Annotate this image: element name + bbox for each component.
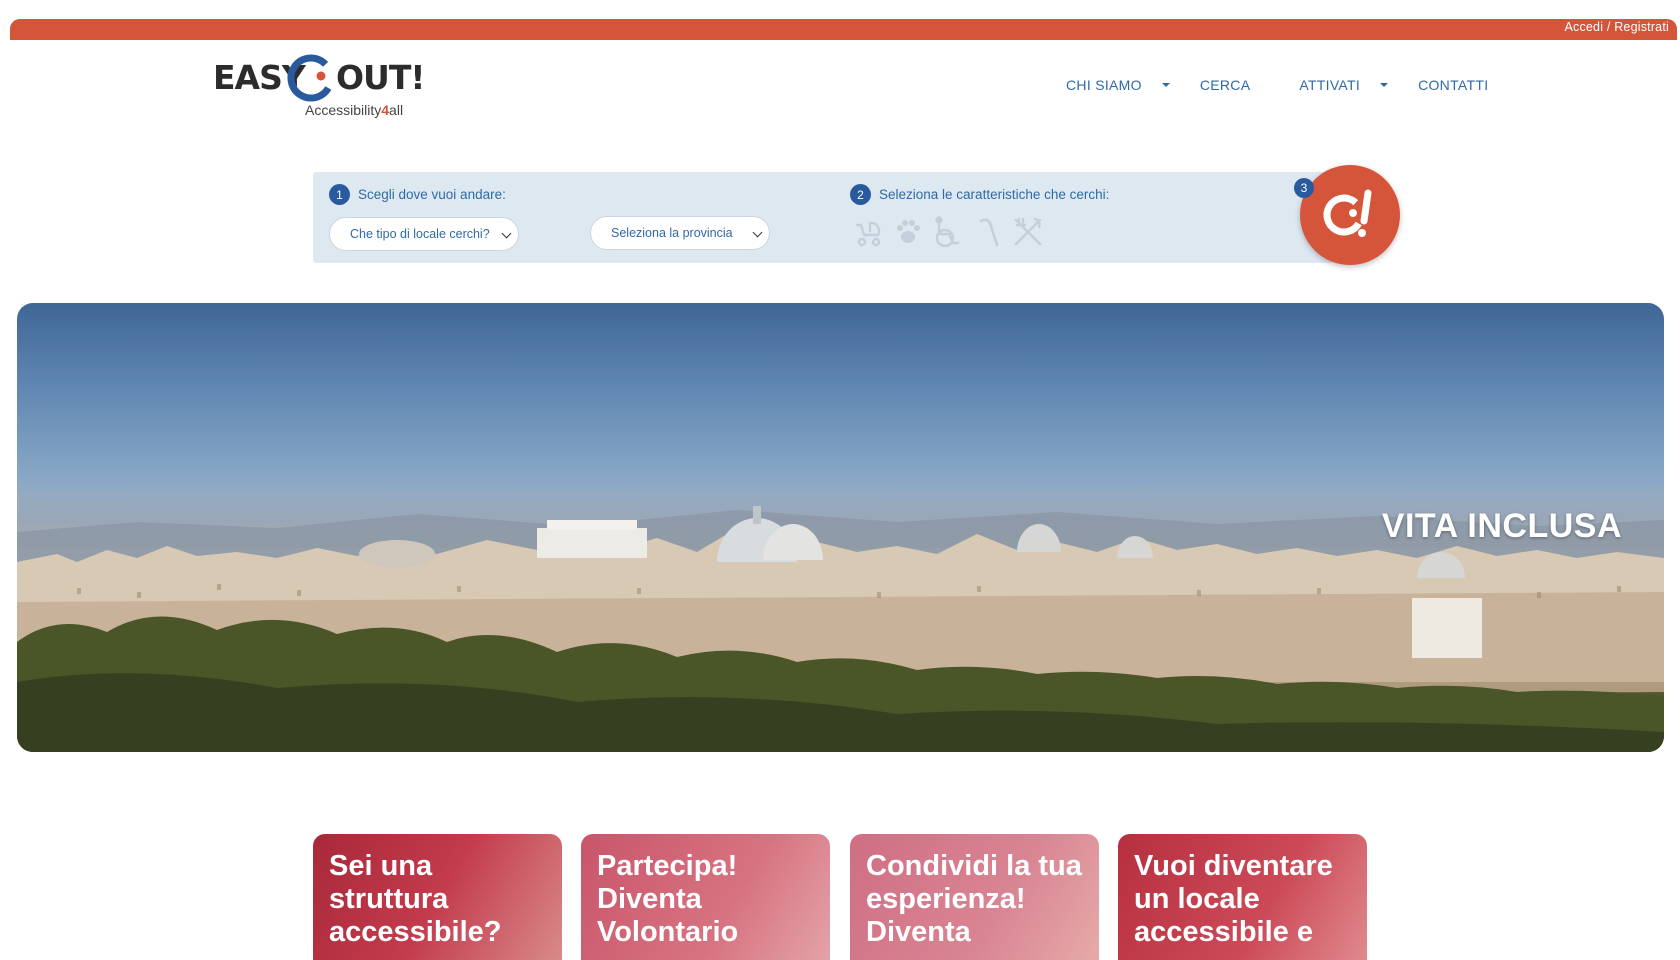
- chevron-down-icon: [752, 227, 763, 238]
- card-title: Sei una struttura accessibile?: [329, 850, 502, 948]
- top-bar: Accedi / Registrati: [10, 19, 1677, 40]
- page: Accedi / Registrati EASY OUT! Accessibil…: [0, 0, 1680, 960]
- card-struttura-accessibile[interactable]: Sei una struttura accessibile?: [313, 834, 562, 960]
- stroller-icon[interactable]: [851, 215, 885, 249]
- card-condividi-esperienza[interactable]: Condividi la tua esperienza! Diventa: [850, 834, 1099, 960]
- caret-down-icon: [1161, 83, 1170, 87]
- easyout-mark-icon: [1323, 189, 1372, 237]
- tagline-part: Accessibility: [305, 102, 382, 118]
- nav-item-cerca[interactable]: CERCA: [1200, 77, 1251, 93]
- hero-banner: VITA INCLUSA: [17, 303, 1664, 752]
- card-locale-accessibile[interactable]: Vuoi diventare un locale accessibile e: [1118, 834, 1367, 960]
- province-value: Seleziona la provincia: [611, 226, 733, 240]
- nav-item-attivati[interactable]: ATTIVATI: [1299, 77, 1389, 93]
- logo-word-out: OUT!: [336, 58, 425, 97]
- caret-down-icon: [1380, 83, 1389, 87]
- chevron-down-icon: [501, 228, 512, 239]
- venue-type-value: Che tipo di locale cerchi?: [350, 227, 490, 241]
- cta-cards: Sei una struttura accessibile? Partecipa…: [313, 834, 1367, 960]
- nav-item-label: CHI SIAMO: [1066, 77, 1142, 93]
- tagline-part: all: [389, 102, 404, 118]
- tagline-four: 4: [381, 102, 390, 118]
- card-title: Condividi la tua esperienza! Diventa: [866, 850, 1082, 948]
- paw-icon[interactable]: [891, 215, 925, 249]
- search-panel: 1 Scegli dove vuoi andare: Che tipo di l…: [313, 172, 1333, 263]
- hero-title: VITA INCLUSA: [1381, 507, 1622, 545]
- venue-type-select[interactable]: Che tipo di locale cerchi?: [329, 217, 519, 251]
- step-1-label: Scegli dove vuoi andare:: [358, 187, 506, 202]
- search-go-button[interactable]: [1300, 165, 1400, 265]
- wheelchair-icon[interactable]: [931, 215, 965, 249]
- card-title: Vuoi diventare un locale accessibile e: [1134, 850, 1333, 948]
- step-2: 2 Seleziona le caratteristiche che cerch…: [850, 184, 1109, 205]
- login-register-link[interactable]: Accedi / Registrati: [1564, 20, 1669, 34]
- step-3-badge: 3: [1294, 178, 1314, 198]
- nav-item-label: CERCA: [1199, 77, 1251, 93]
- logo-mark-icon: [287, 54, 335, 102]
- nav-item-chi-siamo[interactable]: CHI SIAMO: [1066, 77, 1170, 93]
- step-2-label: Seleziona le caratteristiche che cerchi:: [879, 187, 1110, 202]
- nav-item-label: ATTIVATI: [1299, 77, 1361, 93]
- main-nav: CHI SIAMO CERCA ATTIVATI CONTATTI: [1066, 77, 1488, 93]
- province-select[interactable]: Seleziona la provincia: [590, 216, 770, 250]
- logo-tagline: Accessibility4all: [305, 102, 403, 118]
- nav-item-contatti[interactable]: CONTATTI: [1418, 77, 1488, 93]
- site-logo[interactable]: EASY OUT! Accessibility4all: [213, 54, 428, 124]
- step-1: 1 Scegli dove vuoi andare:: [329, 184, 506, 205]
- card-title: Partecipa! Diventa Volontario: [597, 850, 739, 948]
- nav-item-label: CONTATTI: [1418, 77, 1489, 93]
- card-volontario[interactable]: Partecipa! Diventa Volontario: [581, 834, 830, 960]
- step-number-badge: 1: [329, 184, 350, 205]
- cane-icon[interactable]: [971, 215, 1005, 249]
- fork-knife-icon[interactable]: [1011, 215, 1045, 249]
- step-number-badge: 2: [850, 184, 871, 205]
